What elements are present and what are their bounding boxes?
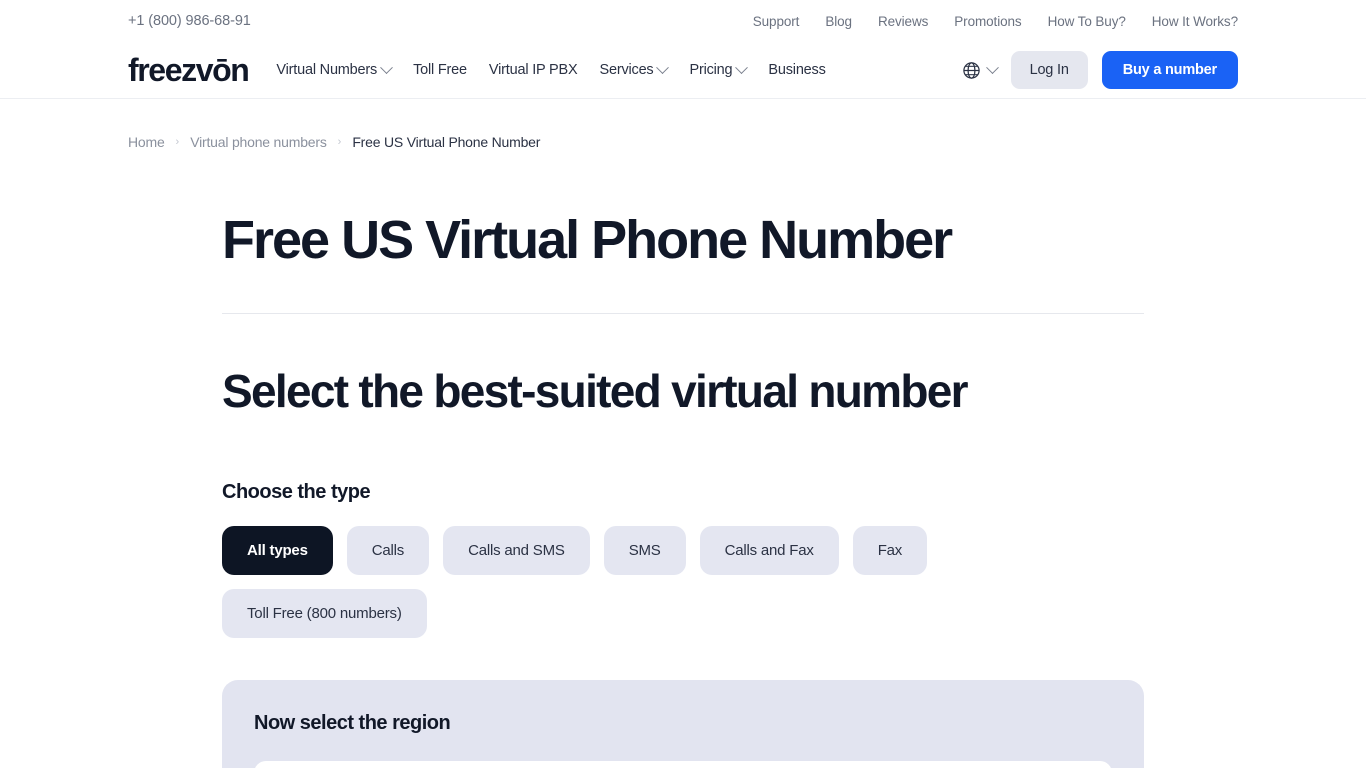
chevron-down-icon <box>656 60 670 74</box>
nav-label: Business <box>768 62 826 78</box>
utility-link-how-to-buy[interactable]: How To Buy? <box>1048 14 1126 29</box>
nav-item-business[interactable]: Business <box>768 62 825 78</box>
nav-label: Toll Free <box>413 62 467 78</box>
nav-item-virtual-numbers[interactable]: Virtual Numbers <box>276 60 393 78</box>
nav-item-pricing[interactable]: Pricing <box>689 60 749 78</box>
chevron-down-icon <box>735 60 749 74</box>
region-selection-panel: Now select the region <box>222 679 1144 768</box>
breadcrumb-item-home[interactable]: Home <box>128 134 165 150</box>
type-filter-fax[interactable]: Fax <box>852 525 928 575</box>
nav-label: Virtual IP PBX <box>488 62 578 78</box>
region-panel-title: Now select the region <box>254 711 451 734</box>
globe-icon <box>962 61 980 79</box>
page-title: Free US Virtual Phone Number <box>222 210 953 270</box>
utility-link-promotions[interactable]: Promotions <box>954 14 1021 29</box>
section-divider <box>222 313 1144 315</box>
type-filter-calls[interactable]: Calls <box>346 525 430 575</box>
nav-label: Services <box>599 62 654 78</box>
nav-label: Virtual Numbers <box>276 62 378 78</box>
choose-type-label: Choose the type <box>222 480 371 503</box>
nav-item-toll-free[interactable]: Toll Free <box>413 62 467 78</box>
main-navigation: Virtual Numbers Toll Free Virtual IP PBX… <box>276 60 826 78</box>
breadcrumb-separator-icon: › <box>337 136 342 148</box>
chevron-down-icon <box>985 60 999 74</box>
contact-phone-number[interactable]: +1 (800) 986-68-91 <box>128 13 251 29</box>
chevron-down-icon <box>380 60 393 74</box>
utility-links: Support Blog Reviews Promotions How To B… <box>753 14 1238 29</box>
nav-item-virtual-ip-pbx[interactable]: Virtual IP PBX <box>489 62 578 78</box>
header-actions: Log In Buy a number <box>962 51 1238 89</box>
buy-a-number-button[interactable]: Buy a number <box>1101 51 1238 89</box>
section-heading: Select the best-suited virtual number <box>222 365 969 418</box>
top-utility-bar: +1 (800) 986-68-91 Support Blog Reviews … <box>0 0 1366 42</box>
type-filter-calls-and-sms[interactable]: Calls and SMS <box>443 525 590 575</box>
utility-link-support[interactable]: Support <box>753 14 800 29</box>
utility-link-reviews[interactable]: Reviews <box>878 14 928 29</box>
utility-link-blog[interactable]: Blog <box>825 14 852 29</box>
page-body: Home › Virtual phone numbers › Free US V… <box>0 99 1366 768</box>
utility-link-how-it-works[interactable]: How It Works? <box>1152 14 1238 29</box>
breadcrumb: Home › Virtual phone numbers › Free US V… <box>128 99 1238 150</box>
type-filter-toll-free[interactable]: Toll Free (800 numbers) <box>222 588 427 638</box>
main-content: Free US Virtual Phone Number Select the … <box>128 211 1238 768</box>
nav-item-services[interactable]: Services <box>599 60 670 78</box>
login-button[interactable]: Log In <box>1010 51 1088 89</box>
site-header: freezvōn Virtual Numbers Toll Free Virtu… <box>0 42 1366 99</box>
breadcrumb-separator-icon: › <box>175 136 180 148</box>
type-filter-all-types[interactable]: All types <box>222 525 333 575</box>
breadcrumb-item-virtual-phone-numbers[interactable]: Virtual phone numbers <box>190 134 327 150</box>
type-filter-calls-and-fax[interactable]: Calls and Fax <box>699 525 839 575</box>
site-logo[interactable]: freezvōn <box>128 54 250 86</box>
language-selector[interactable] <box>962 60 999 80</box>
number-type-filter-group: All types Calls Calls and SMS SMS Calls … <box>222 525 1144 638</box>
breadcrumb-current-page: Free US Virtual Phone Number <box>352 134 541 150</box>
nav-label: Pricing <box>689 62 733 78</box>
type-filter-sms[interactable]: SMS <box>603 525 686 575</box>
region-search-input[interactable] <box>254 760 1112 768</box>
